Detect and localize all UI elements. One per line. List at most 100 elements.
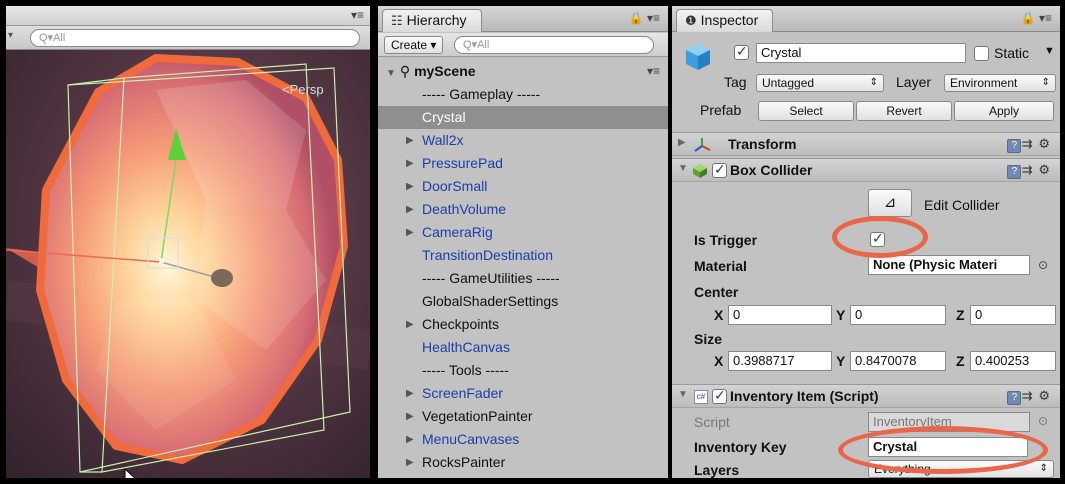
center-y-label: Y xyxy=(836,307,846,323)
static-dropdown-icon[interactable]: ▼ xyxy=(1044,45,1055,57)
box-collider-expand-arrow-icon[interactable]: ▼ xyxy=(678,163,688,174)
hierarchy-item[interactable]: ▶ DeathVolume xyxy=(378,198,668,221)
tag-value: Untagged xyxy=(762,76,815,90)
hierarchy-item[interactable]: ▶ Wall2x xyxy=(378,129,668,152)
transform-title: Transform xyxy=(728,136,797,152)
size-z-field[interactable]: 0.400253 xyxy=(970,351,1056,371)
hierarchy-item[interactable]: GlobalShaderSettings xyxy=(378,290,668,313)
size-label: Size xyxy=(694,331,723,347)
expand-arrow-icon[interactable]: ▶ xyxy=(406,152,414,175)
hierarchy-item[interactable]: HealthCanvas xyxy=(378,336,668,359)
help-icon[interactable]: ? xyxy=(1007,391,1022,405)
hierarchy-item[interactable]: Crystal xyxy=(378,106,668,129)
material-label: Material xyxy=(694,258,747,274)
scene-root-row[interactable]: ▼ ⚲ myScene ▾≡ xyxy=(378,60,668,83)
size-x-field[interactable]: 0.3988717 xyxy=(728,351,832,371)
hierarchy-item-label: DoorSmall xyxy=(422,178,488,194)
hierarchy-item-label: VegetationPainter xyxy=(422,408,533,424)
center-z-field[interactable]: 0 xyxy=(970,305,1056,325)
expand-arrow-icon[interactable]: ▶ xyxy=(406,221,414,244)
hierarchy-item[interactable]: ▶ ScreenFader xyxy=(378,382,668,405)
tab-hierarchy[interactable]: ☷ Hierarchy xyxy=(382,9,482,32)
center-y-field[interactable]: 0 xyxy=(850,305,946,325)
layers-stepper-icon: ⇕ xyxy=(1039,463,1048,474)
layer-label: Layer xyxy=(896,74,932,90)
box-collider-header-icons[interactable]: ? ⇉⚙ xyxy=(1007,162,1056,179)
layer-dropdown[interactable]: Environment ⇕ xyxy=(944,74,1056,92)
help-icon[interactable]: ? xyxy=(1007,139,1022,153)
expand-arrow-icon[interactable]: ▶ xyxy=(406,428,414,451)
tab-inspector[interactable]: ❶ Inspector xyxy=(676,9,774,32)
hierarchy-item[interactable]: ▶ RocksPainter xyxy=(378,451,668,474)
preset-icon[interactable]: ⇉ xyxy=(1021,162,1038,177)
hierarchy-item[interactable]: ▶ CameraRig xyxy=(378,221,668,244)
hierarchy-item[interactable]: ▶ PressurePad xyxy=(378,152,668,175)
hierarchy-item[interactable]: ▶ DoorSmall xyxy=(378,175,668,198)
layers-dropdown[interactable]: Everything ⇕ xyxy=(868,460,1054,478)
scene-panel-menu-icon[interactable]: ▾≡ xyxy=(351,8,364,22)
hierarchy-item[interactable]: ▶ VegetationPainter xyxy=(378,405,668,428)
is-trigger-checkbox[interactable] xyxy=(870,230,885,247)
inventory-item-expand-arrow-icon[interactable]: ▼ xyxy=(678,389,688,400)
inventory-item-header-icons[interactable]: ? ⇉⚙ xyxy=(1007,388,1056,405)
static-label: Static xyxy=(994,45,1030,61)
size-y-field[interactable]: 0.8470078 xyxy=(850,351,946,371)
persp-label[interactable]: <Persp xyxy=(282,82,324,97)
scene-dropdown-icon[interactable]: ▾ xyxy=(8,30,13,41)
expand-arrow-icon[interactable]: ▶ xyxy=(406,382,414,405)
hierarchy-item[interactable]: ▶ Checkpoints xyxy=(378,313,668,336)
prefab-select-button[interactable]: Select xyxy=(758,101,854,121)
box-collider-enabled-checkbox[interactable] xyxy=(712,161,727,178)
tag-dropdown[interactable]: Untagged ⇕ xyxy=(756,74,884,92)
hierarchy-item-label: ----- Tools ----- xyxy=(422,362,509,378)
help-icon[interactable]: ? xyxy=(1007,165,1022,179)
hierarchy-item[interactable]: ----- GameUtilities ----- xyxy=(378,267,668,290)
active-checkbox[interactable] xyxy=(734,43,749,60)
create-button[interactable]: Create ▾ xyxy=(384,36,444,54)
material-field[interactable]: None (Physic Materi xyxy=(868,255,1030,275)
expand-arrow-icon[interactable]: ▶ xyxy=(406,405,414,428)
inventory-key-field[interactable]: Crystal xyxy=(868,437,1028,457)
gear-icon[interactable]: ⚙ xyxy=(1038,136,1056,151)
script-label: Script xyxy=(694,414,730,430)
hierarchy-item-label: Crystal xyxy=(422,109,466,125)
transform-expand-arrow-icon[interactable]: ▶ xyxy=(678,137,686,148)
expand-arrow-icon[interactable]: ▶ xyxy=(406,451,414,474)
hierarchy-item[interactable]: ▶ MenuCanvases xyxy=(378,428,668,451)
preset-icon[interactable]: ⇉ xyxy=(1021,388,1038,403)
hierarchy-item-label: GlobalShaderSettings xyxy=(422,293,559,309)
static-checkbox[interactable] xyxy=(974,46,989,61)
hierarchy-item[interactable]: ----- Tools ----- xyxy=(378,359,668,382)
expand-arrow-icon[interactable]: ▶ xyxy=(406,313,414,336)
gear-icon[interactable]: ⚙ xyxy=(1038,162,1056,177)
inventory-item-header[interactable]: ▼ c# Inventory Item (Script) ?⇉⚙ xyxy=(672,384,1060,408)
expand-arrow-icon[interactable]: ▶ xyxy=(406,129,414,152)
gear-icon[interactable]: ⚙ xyxy=(1038,388,1056,403)
transform-header-icons[interactable]: ? ⇉⚙ xyxy=(1007,136,1056,153)
hierarchy-lock-menu-icon[interactable]: 🔒 ▾≡ xyxy=(629,11,660,25)
scene-search-input[interactable]: Q▾All xyxy=(30,29,360,47)
inspector-lock-menu-icon[interactable]: 🔒 ▾≡ xyxy=(1021,11,1052,25)
center-x-field[interactable]: 0 xyxy=(728,305,832,325)
inventory-item-enabled-checkbox[interactable] xyxy=(712,387,727,404)
hierarchy-item[interactable]: ----- Gameplay ----- xyxy=(378,83,668,106)
transform-header[interactable]: ▶ Transform ? ⇉⚙ xyxy=(672,132,1060,156)
object-name-field[interactable]: Crystal xyxy=(756,43,966,63)
hierarchy-item[interactable]: TransitionDestination xyxy=(378,244,668,267)
hierarchy-item-label: Wall2x xyxy=(422,132,464,148)
scene-menu-icon[interactable]: ▾≡ xyxy=(647,60,660,83)
expand-arrow-icon[interactable]: ▶ xyxy=(406,198,414,221)
hierarchy-item-label: TransitionDestination xyxy=(422,247,553,263)
tag-stepper-icon: ⇕ xyxy=(869,77,878,88)
scene-expand-arrow-icon[interactable]: ▼ xyxy=(386,68,396,79)
box-collider-header[interactable]: ▼ Box Collider ?⇉⚙ xyxy=(672,158,1060,182)
scene-viewport[interactable]: <Persp xyxy=(6,50,370,478)
prefab-revert-button[interactable]: Revert xyxy=(856,101,952,121)
hierarchy-search-input[interactable]: Q▾All xyxy=(454,36,654,54)
prefab-apply-button[interactable]: Apply xyxy=(954,101,1054,121)
preset-icon[interactable]: ⇉ xyxy=(1021,136,1038,151)
expand-arrow-icon[interactable]: ▶ xyxy=(406,175,414,198)
object-picker-icon[interactable]: ⊙ xyxy=(1038,258,1048,272)
csharp-script-icon: c# xyxy=(694,390,708,404)
edit-collider-button[interactable]: ⊿ xyxy=(868,189,912,217)
